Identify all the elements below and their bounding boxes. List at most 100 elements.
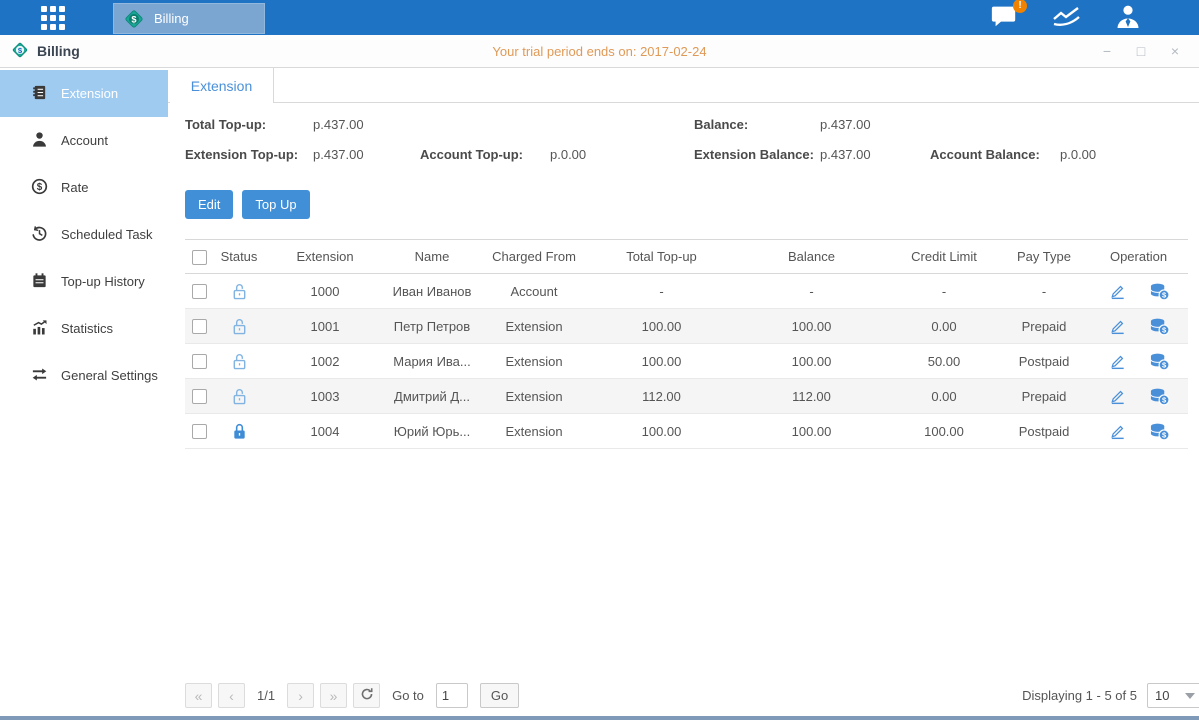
cell-status [213,309,265,344]
topup-coins-icon[interactable]: $ [1149,282,1170,301]
column-header: Charged From [479,240,589,274]
cell-name: Юрий Юрь... [385,414,479,449]
page-size-select[interactable]: 10 [1147,683,1199,708]
table-row: 1002Мария Ива...Extension100.00100.0050.… [185,344,1188,379]
topbar-actions: ! [988,5,1199,31]
sidebar-item-label: General Settings [61,368,158,383]
chevron-down-icon [1185,693,1195,699]
edit-pencil-icon[interactable] [1108,352,1127,371]
sidebar-item-account[interactable]: Account [0,117,168,164]
sidebar-item-statistics[interactable]: Statistics [0,305,168,352]
sidebar: Extension Account $ Rate Scheduled Task Top-u… [0,68,168,716]
extensions-table: StatusExtensionNameCharged FromTotal Top… [185,239,1188,449]
select-all-checkbox[interactable] [192,250,207,265]
row-checkbox[interactable] [192,354,207,369]
lock-open-icon [231,317,248,336]
notifications-button[interactable]: ! [988,5,1020,31]
refresh-button[interactable] [353,683,380,708]
sidebar-item-topup-history[interactable]: Top-up History [0,258,168,305]
cell-pay-type: Prepaid [999,379,1089,414]
minimize-button[interactable]: − [1099,43,1115,59]
column-header: Name [385,240,479,274]
cell-extension: 1001 [265,309,385,344]
next-page-button[interactable]: › [287,683,314,708]
lock-open-icon [231,352,248,371]
last-page-button[interactable]: » [320,683,347,708]
user-menu-button[interactable] [1112,5,1144,31]
goto-page-input[interactable] [436,683,468,708]
cell-credit-limit: 100.00 [889,414,999,449]
cell-total-topup: 100.00 [589,309,734,344]
row-checkbox[interactable] [192,284,207,299]
lock-open-icon [231,387,248,406]
cell-balance: 112.00 [734,379,889,414]
cell-pay-type: Postpaid [999,414,1089,449]
reports-button[interactable] [1050,5,1082,31]
cell-balance: 100.00 [734,309,889,344]
extension-topup-label: Extension Top-up: [185,147,313,162]
cell-total-topup: - [589,274,734,309]
page-indicator: 1/1 [257,688,275,703]
cell-total-topup: 100.00 [589,344,734,379]
topup-coins-icon[interactable]: $ [1149,317,1170,336]
column-header: Balance [734,240,889,274]
column-header: Pay Type [999,240,1089,274]
row-checkbox[interactable] [192,424,207,439]
column-header: Operation [1089,240,1188,274]
tab-extension[interactable]: Extension [170,68,274,103]
sidebar-item-label: Rate [61,180,88,195]
sidebar-item-label: Account [61,133,108,148]
sidebar-item-scheduled-task[interactable]: Scheduled Task [0,211,168,258]
rate-icon: $ [31,178,48,198]
cell-pay-type: Prepaid [999,309,1089,344]
account-balance-label: Account Balance: [930,147,1060,162]
sidebar-item-label: Top-up History [61,274,145,289]
maximize-button[interactable]: □ [1133,43,1149,59]
edit-pencil-icon[interactable] [1108,387,1127,406]
extension-icon [31,84,48,104]
column-header: Status [213,240,265,274]
row-checkbox[interactable] [192,389,207,404]
sidebar-item-label: Extension [61,86,118,101]
topbar-tab-label: Billing [154,11,189,26]
edit-pencil-icon[interactable] [1108,282,1127,301]
sidebar-item-label: Scheduled Task [61,227,153,242]
billing-dollar-diamond-icon: $ [122,7,146,31]
scheduled-task-icon [31,225,48,245]
topbar-tab-billing[interactable]: $ Billing [113,3,265,34]
tabbar: Extension [168,68,1199,103]
close-button[interactable]: × [1167,43,1183,59]
account-topup-value: p.0.00 [550,147,586,162]
apps-grid-icon[interactable] [35,5,71,31]
prev-page-button[interactable]: ‹ [218,683,245,708]
first-page-button[interactable]: « [185,683,212,708]
cell-total-topup: 100.00 [589,414,734,449]
sidebar-item-rate[interactable]: $ Rate [0,164,168,211]
general-settings-icon [31,366,48,386]
trial-notice: Your trial period ends on: 2017-02-24 [0,44,1199,59]
svg-text:$: $ [131,14,136,24]
column-header: Total Top-up [589,240,734,274]
sidebar-item-general-settings[interactable]: General Settings [0,352,168,399]
cell-credit-limit: 0.00 [889,379,999,414]
topup-coins-icon[interactable]: $ [1149,387,1170,406]
edit-button[interactable]: Edit [185,190,233,219]
app-window: $ Billing ! [0,0,1199,720]
cell-credit-limit: 50.00 [889,344,999,379]
cell-balance: 100.00 [734,344,889,379]
cell-status [213,274,265,309]
cell-extension: 1004 [265,414,385,449]
cell-extension: 1002 [265,344,385,379]
go-button[interactable]: Go [480,683,519,708]
billing-dollar-diamond-icon: $ [10,40,30,63]
table-header-row: StatusExtensionNameCharged FromTotal Top… [185,240,1188,274]
sidebar-item-extension[interactable]: Extension [0,70,168,117]
topup-coins-icon[interactable]: $ [1149,422,1170,441]
goto-label: Go to [392,688,424,703]
edit-pencil-icon[interactable] [1108,422,1127,441]
topup-coins-icon[interactable]: $ [1149,352,1170,371]
top-up-button[interactable]: Top Up [242,190,309,219]
row-checkbox[interactable] [192,319,207,334]
edit-pencil-icon[interactable] [1108,317,1127,336]
main-panel: Extension Total Top-up: p.437.00 Extensi… [168,68,1199,716]
